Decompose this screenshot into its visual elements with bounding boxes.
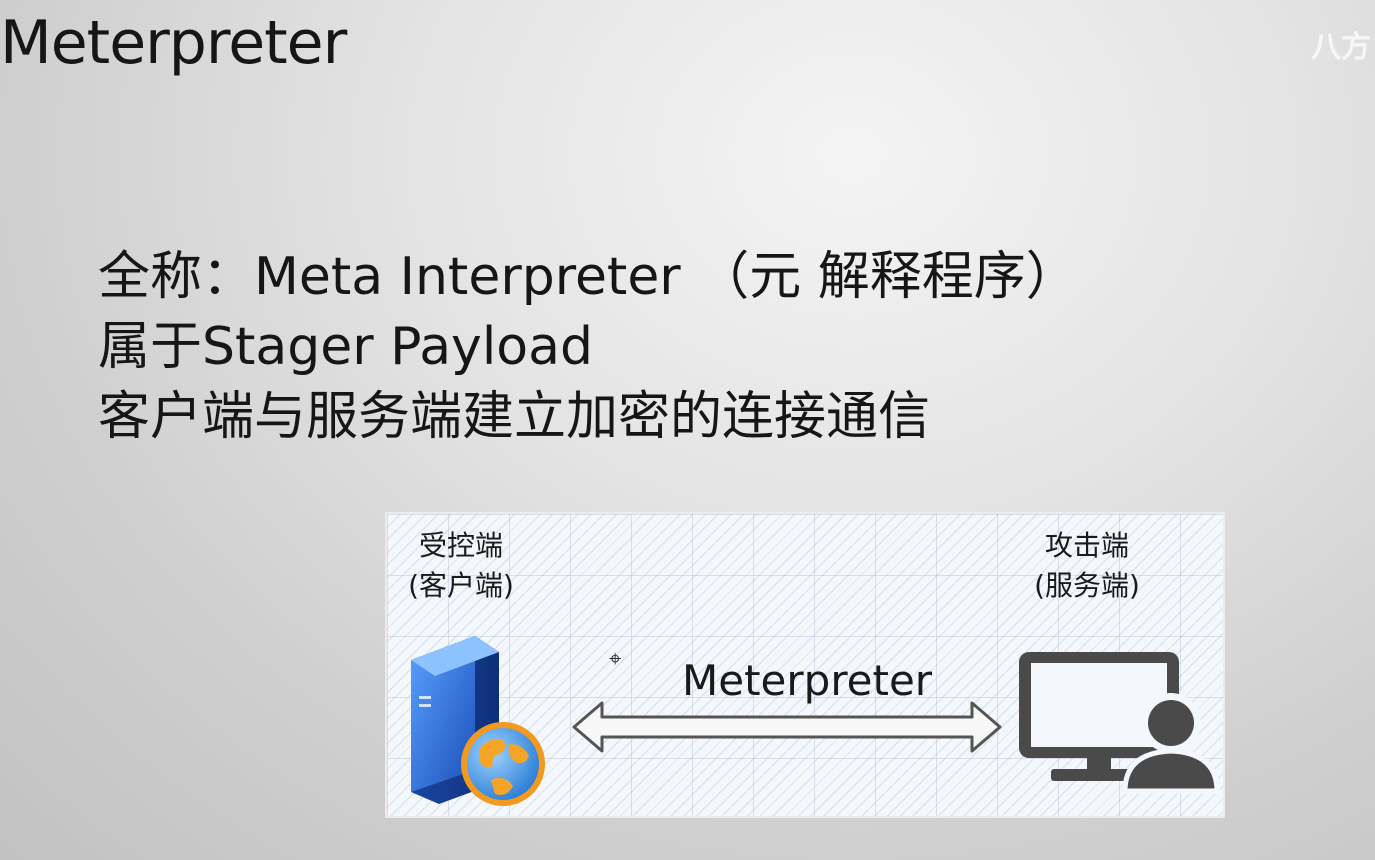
bullet-list: 全称：Meta Interpreter （元 解释程序） 属于Stager Pa… <box>98 242 1078 452</box>
monitor-user-icon <box>1019 652 1220 794</box>
bullet-payload-type: 属于Stager Payload <box>98 317 593 377</box>
connection-label: Meterpreter <box>682 656 933 705</box>
client-label-type: (客户端) <box>408 569 514 602</box>
connection-diagram: 受控端 (客户端) 攻击端 (服务端) Meterpreter ⌖ <box>385 512 1225 818</box>
client-label: 受控端 (客户端) <box>389 526 533 606</box>
double-arrow-icon <box>572 701 1002 753</box>
bullet-full-name: 全称：Meta Interpreter （元 解释程序） <box>98 247 1078 307</box>
server-label: 攻击端 (服务端) <box>1017 526 1157 606</box>
watermark: 八方 <box>1311 30 1371 65</box>
server-label-type: (服务端) <box>1034 569 1140 602</box>
mouse-cursor-icon: ⌖ <box>609 647 622 672</box>
client-label-role: 受控端 <box>418 529 503 562</box>
server-globe-icon <box>411 636 545 806</box>
bullet-encrypted-comm: 客户端与服务端建立加密的连接通信 <box>98 387 931 447</box>
server-label-role: 攻击端 <box>1044 529 1129 562</box>
slide-title: Meterpreter <box>0 8 347 78</box>
